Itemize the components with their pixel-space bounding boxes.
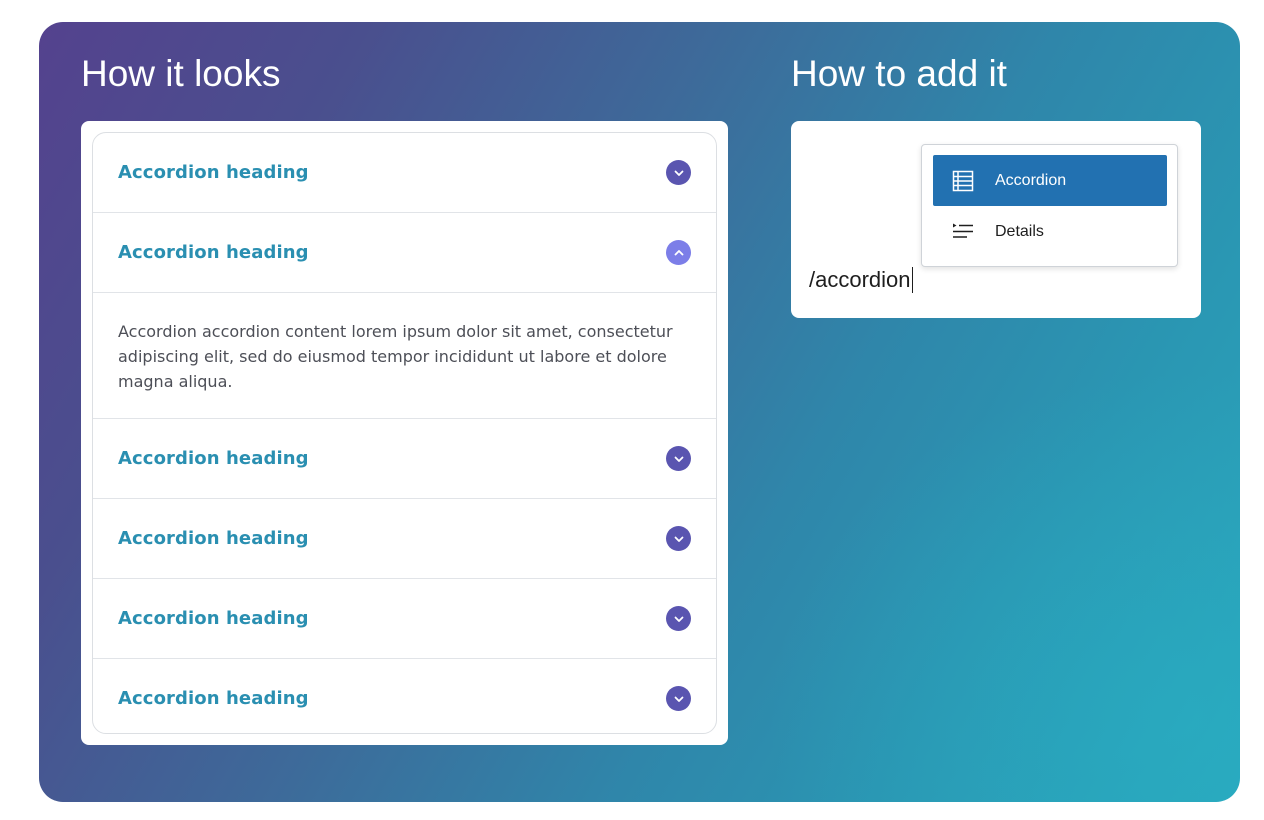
chevron-down-icon[interactable] — [666, 526, 691, 551]
chevron-down-icon[interactable] — [666, 446, 691, 471]
accordion-item: Accordion heading — [93, 419, 716, 499]
accordion-item: Accordion heading — [93, 133, 716, 213]
accordion-header[interactable]: Accordion heading — [93, 213, 716, 292]
accordion-item-expanded: Accordion heading Accordion accordion co… — [93, 213, 716, 419]
section-title-how-to-add-it: How to add it — [791, 53, 1007, 94]
text-caret — [911, 267, 913, 293]
chevron-down-icon[interactable] — [666, 686, 691, 711]
accordion-item: Accordion heading — [93, 499, 716, 579]
accordion-preview-card: Accordion heading Accordion heading Acco… — [81, 121, 728, 745]
accordion-header[interactable]: Accordion heading — [93, 499, 716, 578]
section-title-how-it-looks: How it looks — [81, 53, 281, 94]
accordion-heading: Accordion heading — [118, 162, 309, 183]
accordion-item: Accordion heading — [93, 579, 716, 659]
slash-command-input[interactable]: /accordion — [809, 267, 913, 293]
accordion-content: Accordion accordion content lorem ipsum … — [93, 292, 716, 418]
details-list-icon — [951, 220, 975, 244]
dropdown-item-label: Accordion — [995, 171, 1067, 189]
accordion: Accordion heading Accordion heading Acco… — [92, 132, 717, 734]
accordion-heading: Accordion heading — [118, 688, 309, 709]
accordion-heading: Accordion heading — [118, 448, 309, 469]
table-list-icon — [951, 169, 975, 193]
accordion-header[interactable]: Accordion heading — [93, 659, 716, 733]
accordion-item: Accordion heading — [93, 659, 716, 733]
accordion-heading: Accordion heading — [118, 242, 309, 263]
accordion-heading: Accordion heading — [118, 608, 309, 629]
accordion-heading: Accordion heading — [118, 528, 309, 549]
chevron-up-icon[interactable] — [666, 240, 691, 265]
dropdown-item-accordion[interactable]: Accordion — [933, 155, 1167, 206]
accordion-header[interactable]: Accordion heading — [93, 419, 716, 498]
accordion-header[interactable]: Accordion heading — [93, 579, 716, 658]
dropdown-item-details[interactable]: Details — [933, 206, 1167, 257]
block-inserter-dropdown: Accordion Details — [921, 144, 1178, 267]
slash-command-text: /accordion — [809, 267, 911, 292]
chevron-down-icon[interactable] — [666, 160, 691, 185]
chevron-down-icon[interactable] — [666, 606, 691, 631]
accordion-header[interactable]: Accordion heading — [93, 133, 716, 212]
dropdown-item-label: Details — [995, 222, 1044, 240]
